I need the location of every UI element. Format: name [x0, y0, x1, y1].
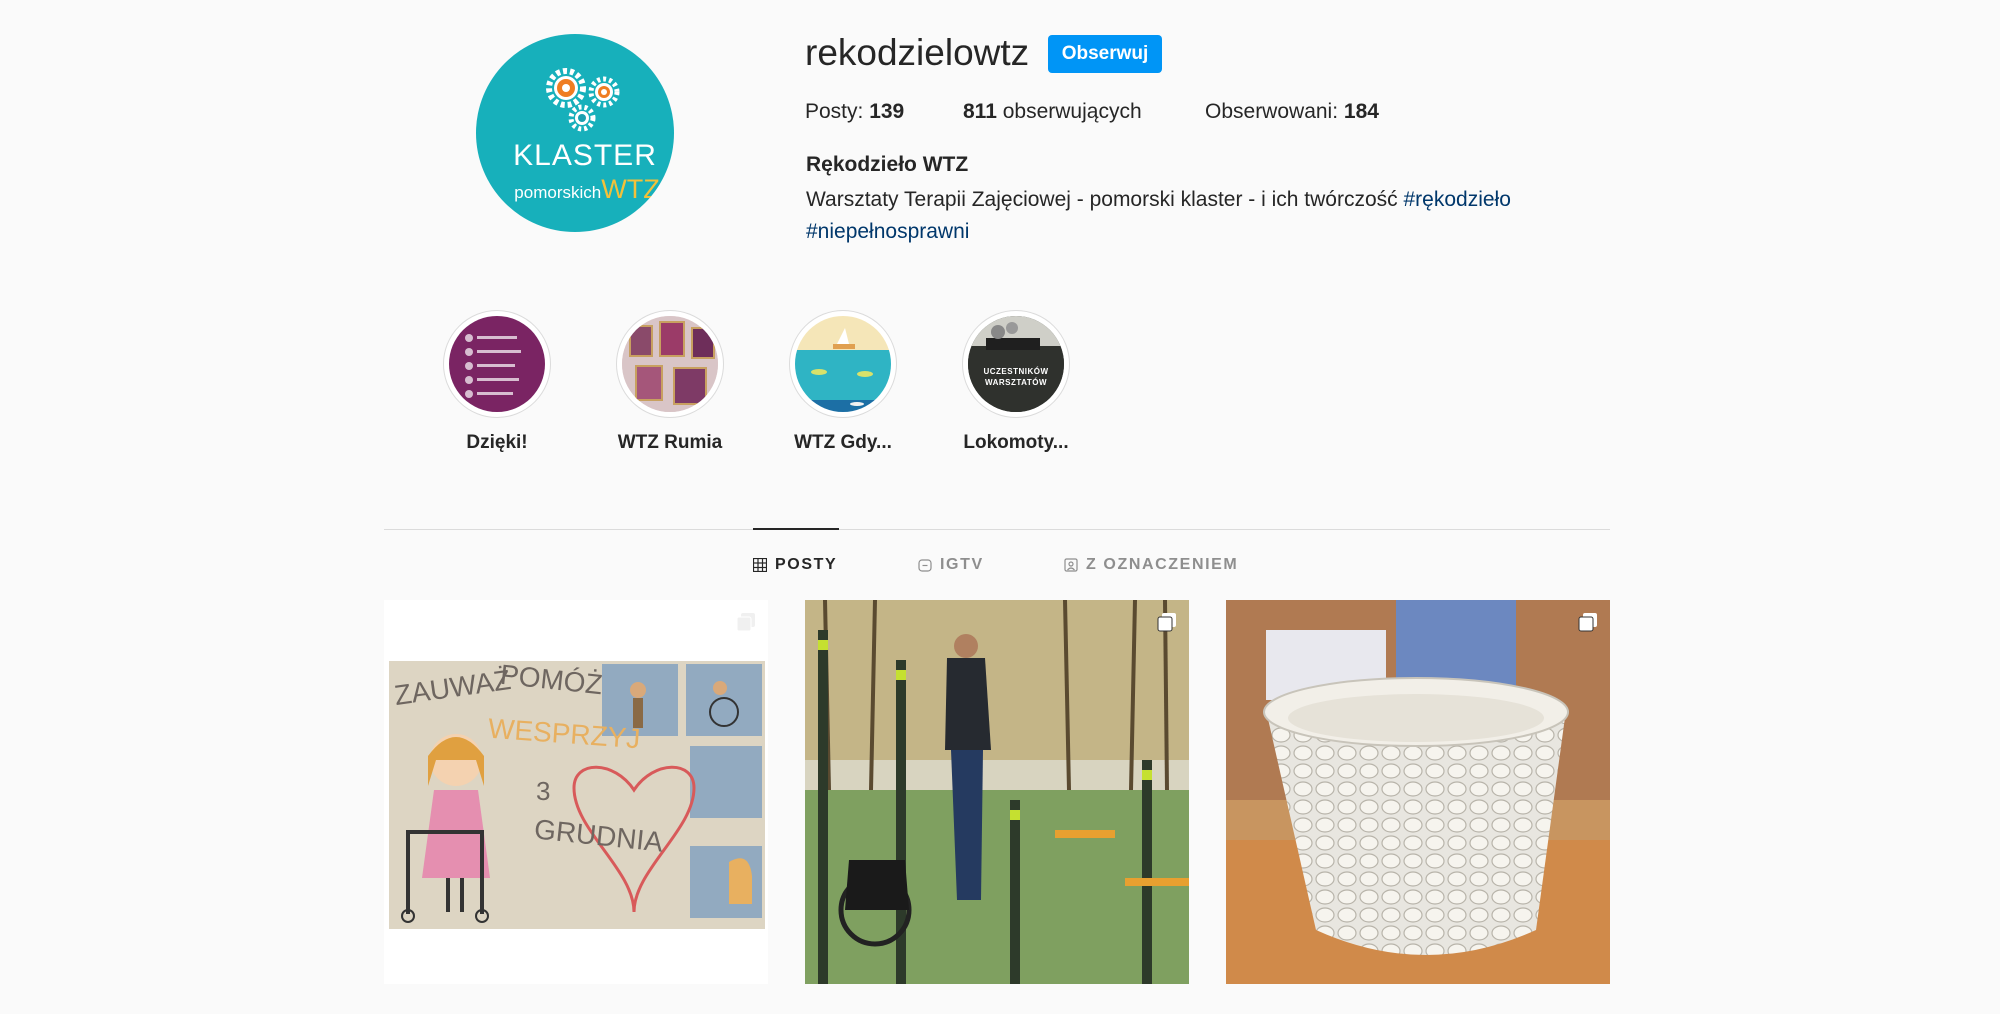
- highlight-item[interactable]: WTZ Rumia: [614, 310, 726, 454]
- profile-avatar[interactable]: KLASTER pomorskichWTZ: [476, 34, 674, 232]
- ceramic-pot-image: [1226, 600, 1610, 984]
- tab-tagged[interactable]: Z OZNACZENIEM: [1064, 556, 1238, 574]
- highlight-cover: UCZESTNIKÓW WARSZTATÓW: [968, 316, 1064, 412]
- highlight-label: Dzięki!: [466, 432, 528, 453]
- highlight-item[interactable]: UCZESTNIKÓW WARSZTATÓW Lokomoty...: [960, 310, 1072, 454]
- highlight-cover: [795, 316, 891, 412]
- carousel-icon: [736, 613, 755, 632]
- following-stat[interactable]: Obserwowani: 184: [1205, 100, 1379, 124]
- highlight-cover: [449, 316, 545, 412]
- workout-park-image: [805, 600, 1189, 984]
- highlight-label: WTZ Gdy...: [794, 432, 892, 453]
- carousel-icon: [1578, 613, 1597, 632]
- highlight-label: Lokomoty...: [963, 432, 1069, 453]
- post-thumbnail[interactable]: [1226, 600, 1610, 984]
- hashtag-link[interactable]: #niepełnosprawni: [806, 220, 969, 243]
- followers-stat[interactable]: 811 obserwujących: [963, 100, 1142, 124]
- drawing-image: [389, 661, 765, 929]
- post-thumbnail[interactable]: [805, 600, 1189, 984]
- tab-igtv[interactable]: IGTV: [918, 556, 984, 574]
- highlight-cover: [622, 316, 718, 412]
- hashtag-link[interactable]: #rękodzieło: [1404, 188, 1511, 211]
- follow-button[interactable]: Obserwuj: [1048, 35, 1162, 73]
- highlight-label: WTZ Rumia: [617, 432, 723, 453]
- active-tab-indicator: [753, 528, 839, 530]
- highlight-item[interactable]: WTZ Gdy...: [787, 310, 899, 454]
- profile-bio: Warsztaty Terapii Zajęciowej - pomorski …: [806, 188, 1511, 243]
- drawing-word: 3: [536, 776, 551, 806]
- profile-username: rekodzielowtz: [805, 32, 1030, 73]
- profile-full-name: Rękodzieło WTZ: [806, 153, 969, 176]
- grid-icon: [753, 558, 767, 572]
- tab-label: POSTY: [775, 556, 838, 573]
- logo-klaster-text: KLASTER: [513, 139, 657, 172]
- tabs-divider: [384, 529, 1610, 530]
- highlight-cover-text: UCZESTNIKÓW WARSZTATÓW: [983, 367, 1049, 387]
- carousel-icon: [1157, 613, 1176, 632]
- post-thumbnail[interactable]: ZAUWAŻ POMÓŻ WESPRZYJ 3 GRUDNIA: [384, 600, 768, 984]
- logo-subtitle: pomorskichWTZ: [514, 174, 660, 204]
- posts-stat: Posty: 139: [805, 100, 905, 123]
- igtv-icon: [918, 559, 932, 572]
- tab-label: Z OZNACZENIEM: [1086, 556, 1239, 573]
- tab-posts[interactable]: POSTY: [753, 556, 837, 574]
- tab-label: IGTV: [940, 556, 984, 573]
- tagged-icon: [1064, 558, 1078, 572]
- highlight-item[interactable]: Dzięki!: [441, 310, 553, 454]
